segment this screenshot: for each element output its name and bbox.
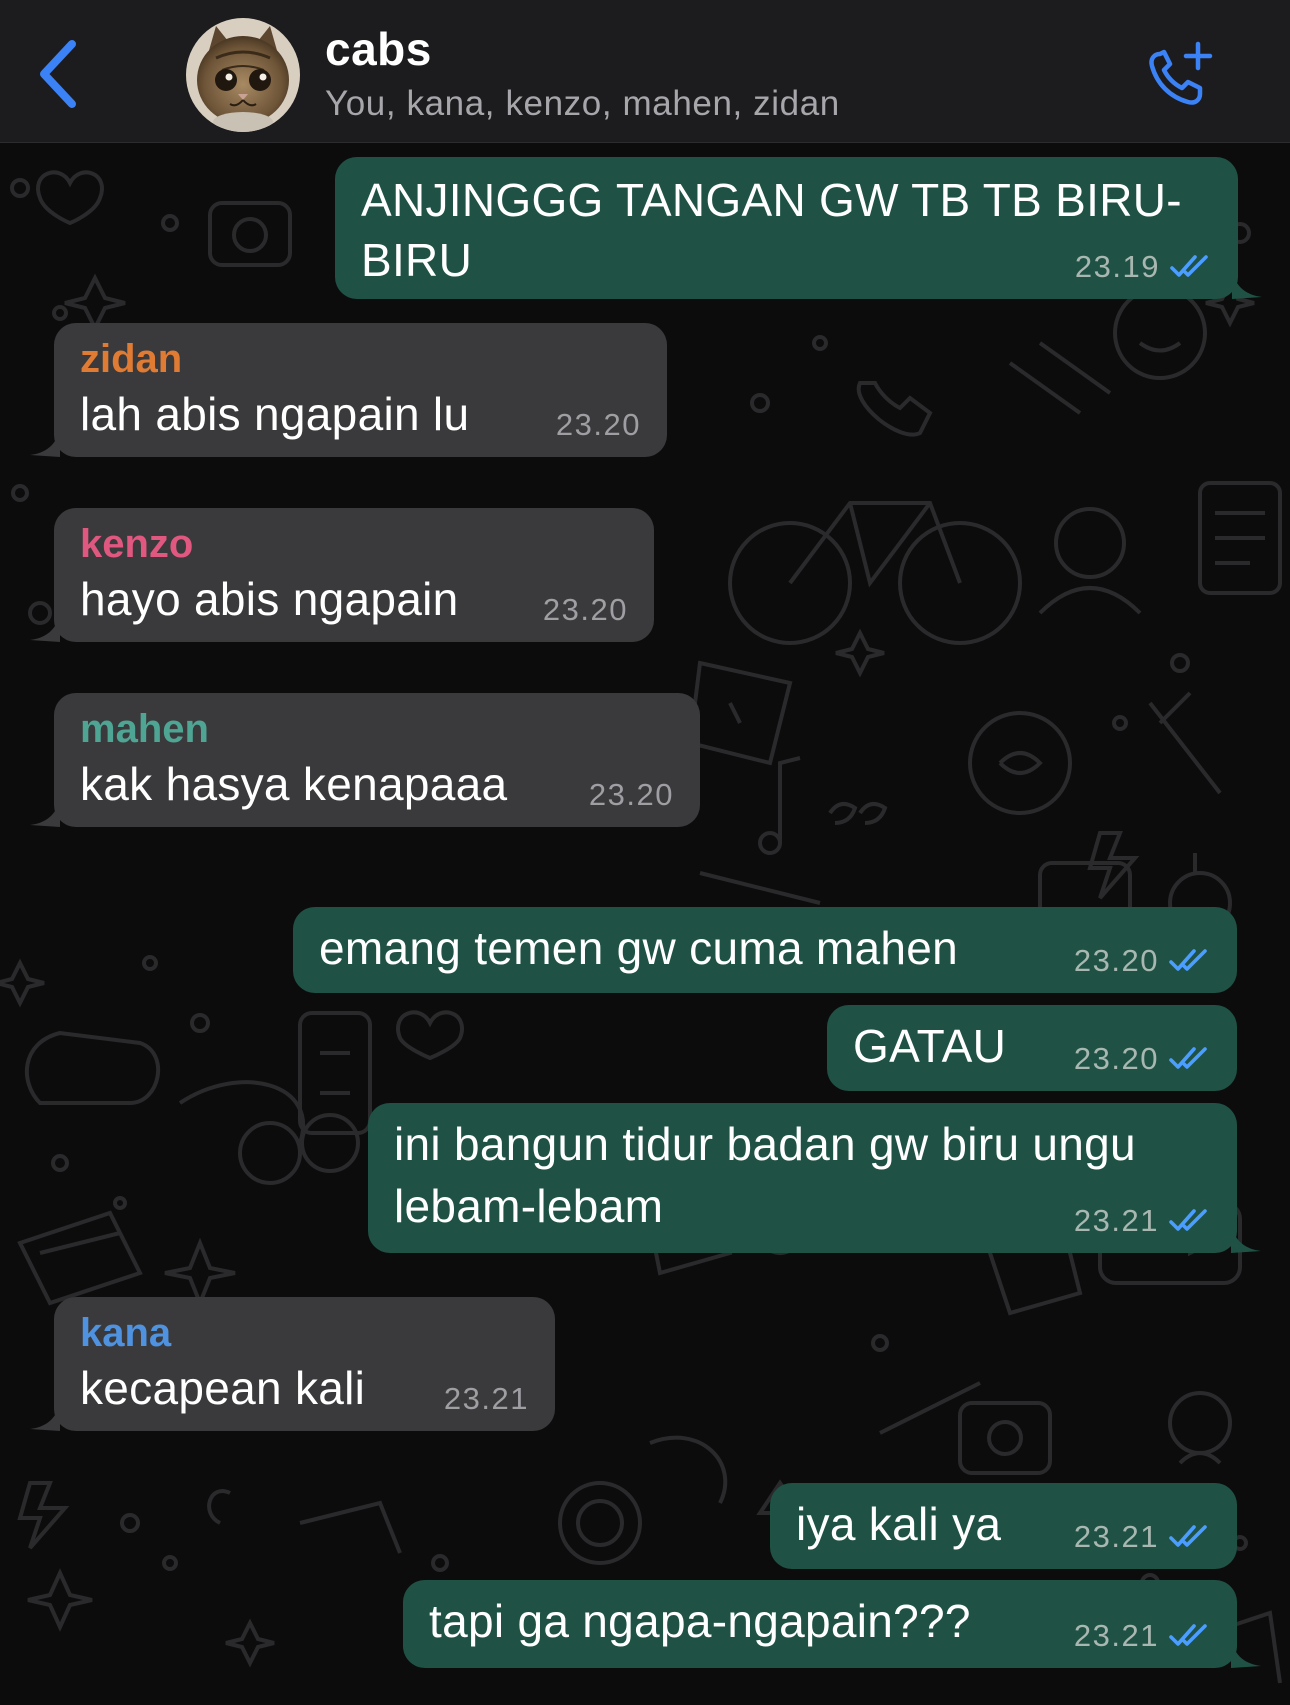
bubble-tail	[30, 429, 60, 457]
message-text: tapi ga ngapa-ngapain???	[429, 1595, 971, 1647]
message-outgoing[interactable]: ANJINGGG TANGAN GW TB TB BIRU- BIRU 23.1…	[335, 157, 1262, 299]
message-outgoing[interactable]: emang temen gw cuma mahen 23.20	[293, 907, 1237, 993]
message-outgoing[interactable]: GATAU 23.20	[827, 1005, 1237, 1091]
message-meta: 23.19	[1075, 249, 1212, 285]
message-time: 23.19	[1074, 249, 1160, 284]
add-call-icon[interactable]	[1140, 38, 1220, 114]
sender-name[interactable]: zidan	[80, 337, 182, 382]
message-incoming[interactable]: kana kecapean kali 23.21	[30, 1297, 555, 1431]
bubble-tail	[30, 799, 60, 827]
message-time: 23.20	[588, 777, 674, 812]
message-text: ini bangun tidur badan gw biru ungu	[394, 1118, 1136, 1170]
message-outgoing[interactable]: ini bangun tidur badan gw biru ungu leba…	[368, 1103, 1261, 1253]
chat-header: cabs You, kana, kenzo, mahen, zidan	[0, 0, 1290, 143]
sender-name[interactable]: kana	[80, 1311, 171, 1356]
double-check-icon	[1169, 949, 1207, 971]
chat-title[interactable]: cabs	[325, 22, 432, 76]
double-check-icon	[1170, 255, 1208, 277]
message-outgoing[interactable]: tapi ga ngapa-ngapain??? 23.21	[403, 1580, 1261, 1668]
bubble-tail	[1231, 1640, 1261, 1668]
bubble-tail	[30, 1403, 60, 1431]
cat-avatar-icon	[186, 18, 300, 132]
message-meta: 23.20	[1074, 1041, 1211, 1077]
message-time: 23.21	[1073, 1519, 1159, 1554]
message-outgoing[interactable]: iya kali ya 23.21	[770, 1483, 1237, 1569]
double-check-icon	[1169, 1624, 1207, 1646]
message-time: 23.20	[1073, 943, 1159, 978]
bubble-tail	[1232, 271, 1262, 299]
message-text: iya kali ya	[796, 1498, 1002, 1550]
message-time: 23.21	[1073, 1203, 1159, 1238]
back-chevron-icon[interactable]	[34, 38, 84, 110]
message-text: BIRU	[361, 234, 473, 286]
message-meta: 23.21	[444, 1381, 529, 1417]
message-meta: 23.21	[1074, 1618, 1211, 1654]
bubble-tail	[30, 614, 60, 642]
message-time: 23.21	[443, 1381, 529, 1416]
message-text: emang temen gw cuma mahen	[319, 922, 959, 974]
message-list[interactable]: ANJINGGG TANGAN GW TB TB BIRU- BIRU 23.1…	[0, 143, 1290, 1705]
message-meta: 23.20	[1074, 943, 1211, 979]
message-time: 23.20	[1073, 1041, 1159, 1076]
message-meta: 23.20	[543, 592, 628, 628]
message-text: kak hasya kenapaaa	[80, 758, 508, 810]
message-text: lebam-lebam	[394, 1180, 664, 1232]
bubble-tail	[1231, 1225, 1261, 1253]
chat-participants[interactable]: You, kana, kenzo, mahen, zidan	[325, 84, 840, 124]
message-text: GATAU	[853, 1020, 1007, 1072]
double-check-icon	[1169, 1209, 1207, 1231]
message-incoming[interactable]: mahen kak hasya kenapaaa 23.20	[30, 693, 700, 827]
chat-screen: cabs You, kana, kenzo, mahen, zidan ANJI…	[0, 0, 1290, 1705]
message-text: kecapean kali	[80, 1362, 366, 1414]
message-meta: 23.20	[556, 407, 641, 443]
sender-name[interactable]: mahen	[80, 707, 209, 752]
double-check-icon	[1169, 1525, 1207, 1547]
message-meta: 23.21	[1074, 1203, 1211, 1239]
message-incoming[interactable]: kenzo hayo abis ngapain 23.20	[30, 508, 654, 642]
sender-name[interactable]: kenzo	[80, 522, 193, 567]
message-text: hayo abis ngapain	[80, 573, 459, 625]
message-text: ANJINGGG TANGAN GW TB TB BIRU-	[361, 174, 1182, 226]
message-time: 23.21	[1073, 1618, 1159, 1653]
group-avatar[interactable]	[186, 18, 300, 132]
message-incoming[interactable]: zidan lah abis ngapain lu 23.20	[30, 323, 667, 457]
message-time: 23.20	[542, 592, 628, 627]
double-check-icon	[1169, 1047, 1207, 1069]
message-time: 23.20	[555, 407, 641, 442]
message-text: lah abis ngapain lu	[80, 388, 470, 440]
message-meta: 23.21	[1074, 1519, 1211, 1555]
message-meta: 23.20	[589, 777, 674, 813]
